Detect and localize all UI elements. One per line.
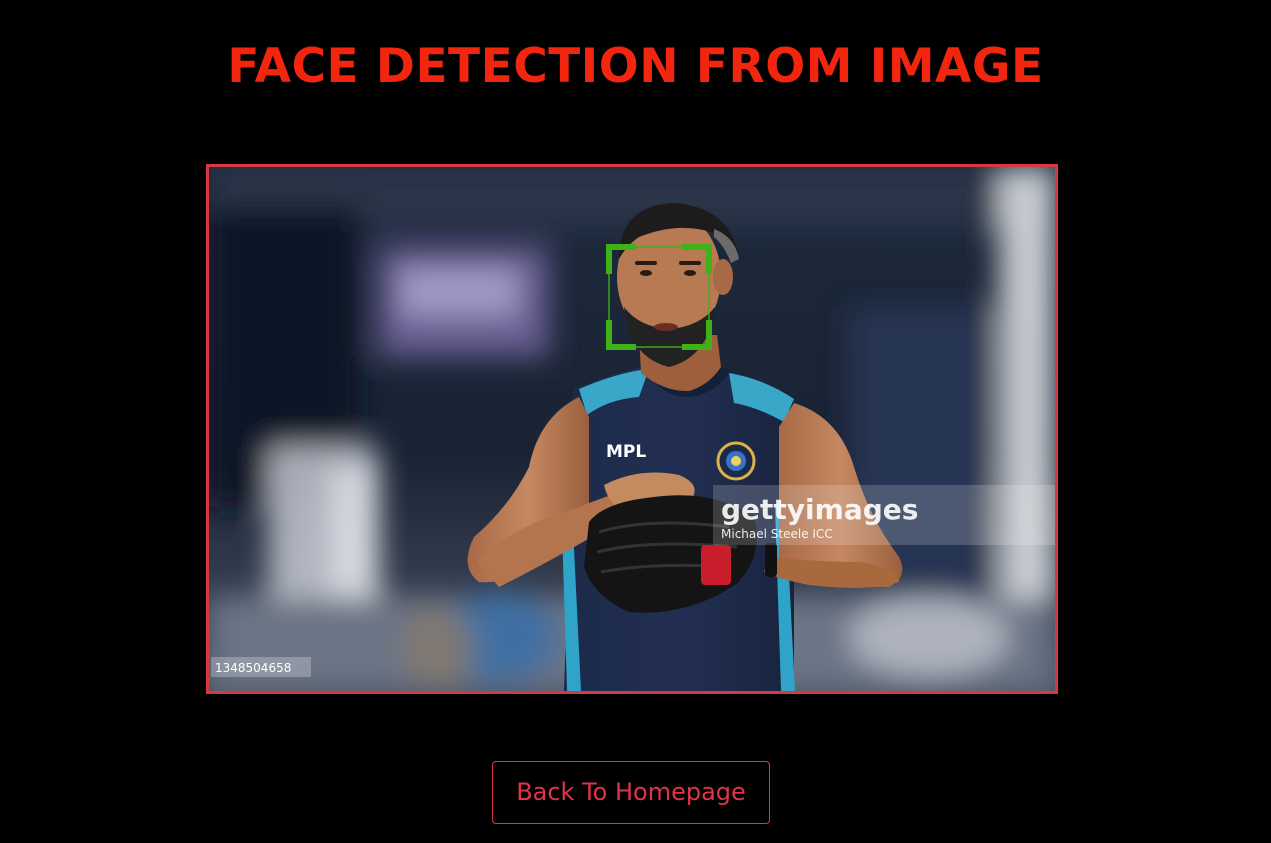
detection-result-image: MPL gettyimages Michael Steele ICC 13485… [206,164,1058,694]
image-id-label: 1348504658 [215,661,291,675]
back-to-homepage-button[interactable]: Back To Homepage [492,761,770,824]
jersey-text: MPL [606,442,646,462]
watermark-credit: Michael Steele ICC [721,527,833,541]
page-root: FACE DETECTION FROM IMAGE MPL gettyimage… [0,0,1271,843]
face-detection-box [606,244,712,350]
page-title: FACE DETECTION FROM IMAGE [227,39,1044,94]
watermark-brand: gettyimages [721,493,918,526]
